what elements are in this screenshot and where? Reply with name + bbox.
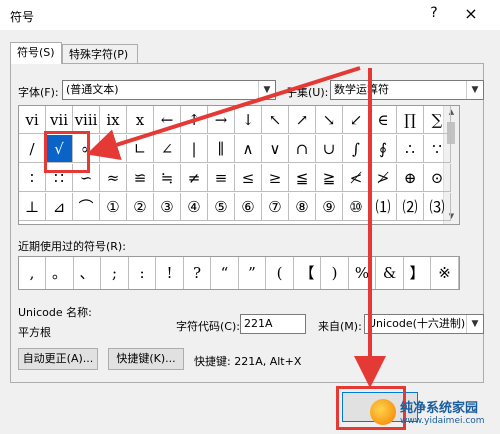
watermark-logo-icon <box>370 399 396 425</box>
annotation-arrows <box>86 66 386 388</box>
watermark-url: www.yidaimei.com <box>400 416 485 426</box>
tab-symbols[interactable]: 符号(S) <box>10 42 62 64</box>
arrow-to-symbol <box>86 66 361 161</box>
watermark: 纯净系统家园 www.yidaimei.com <box>370 395 498 431</box>
watermark-title: 纯净系统家园 <box>400 401 479 416</box>
